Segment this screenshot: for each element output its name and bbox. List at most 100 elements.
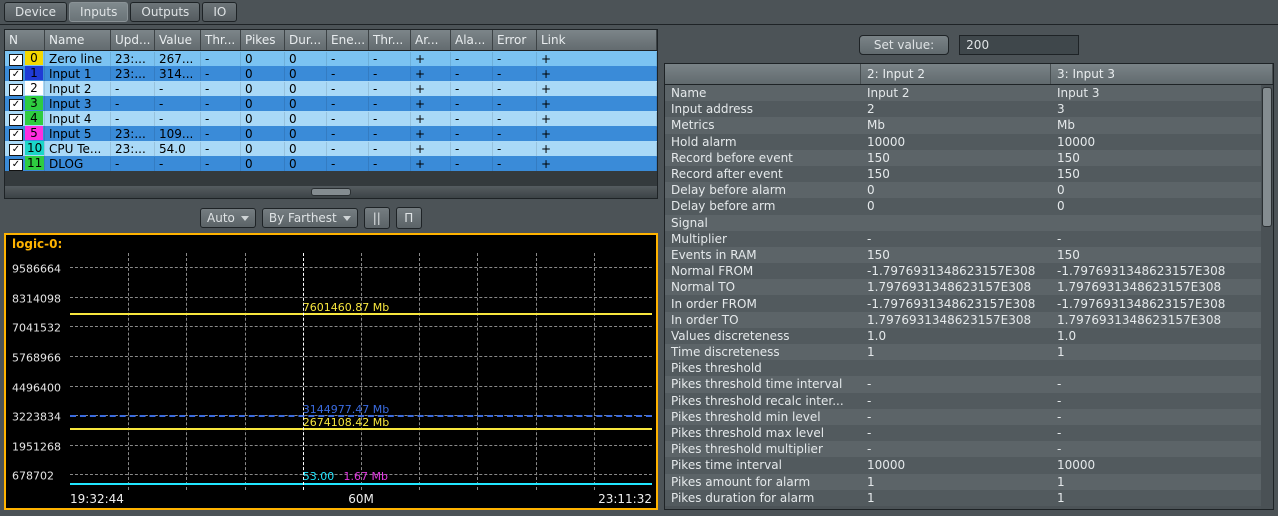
col-err[interactable]: Error [493,30,537,50]
mode-select[interactable]: By Farthest [262,208,358,228]
prop-key: Pikes amount for alarm [665,475,861,489]
col-link[interactable]: Link [537,30,657,50]
col-pikes[interactable]: Pikes [241,30,285,50]
row-checkbox[interactable] [9,84,23,96]
property-row[interactable]: Delay before alarm00 [665,182,1273,198]
props-col-in3[interactable]: 3: Input 3 [1051,64,1273,84]
inputs-h-scrollbar[interactable] [5,186,657,198]
col-dur[interactable]: Dur... [285,30,327,50]
pause-button[interactable]: || [364,207,390,229]
table-row[interactable]: 5Input 523:...109...-00--+--+ [5,126,657,141]
property-row[interactable]: Time discreteness11 [665,344,1273,360]
chart-annotation: 2674108.42 Mb [303,416,389,429]
property-row[interactable]: Values discreteness1.01.0 [665,328,1273,344]
table-row[interactable]: 1Input 123:...314...-00--+--+ [5,66,657,81]
property-row[interactable]: MetricsMbMb [665,117,1273,133]
property-row[interactable]: NameInput 2Input 3 [665,85,1273,101]
prop-key: Hold alarm [665,135,861,149]
tab-io[interactable]: IO [202,2,237,22]
property-row[interactable]: Multiplier-- [665,231,1273,247]
row-n: 5 [25,126,43,140]
row-n: 2 [25,81,43,95]
property-row[interactable]: Input address23 [665,101,1273,117]
table-row[interactable]: 10CPU Te...23:...54.0-00--+--+ [5,141,657,156]
property-row[interactable]: Pikes time interval1000010000 [665,457,1273,473]
property-row[interactable]: Pikes threshold time interval-- [665,376,1273,392]
col-upd[interactable]: Upd... [111,30,155,50]
prop-val-3: Input 3 [1051,86,1273,100]
property-row[interactable]: In order FROM-1.7976931348623157E308-1.7… [665,295,1273,311]
property-row[interactable]: Delay before arm00 [665,198,1273,214]
chart-area[interactable]: logic-0: 7601460.87 Mb3144977.47 Mb26741… [4,233,658,510]
table-row[interactable]: 0Zero line23:...267...-00--+--+ [5,51,657,66]
col-ar[interactable]: Ar... [411,30,451,50]
auto-select[interactable]: Auto [200,208,256,228]
prop-val-3: -1.7976931348623157E308 [1051,264,1273,278]
y-tick: 8314098 [12,292,61,305]
row-name: Input 5 [45,127,111,141]
col-thr2[interactable]: Thr... [369,30,411,50]
tab-outputs[interactable]: Outputs [130,2,200,22]
row-checkbox[interactable] [9,159,23,171]
prop-val-3: - [1051,232,1273,246]
row-checkbox[interactable] [9,99,23,111]
props-col-key[interactable] [665,64,861,84]
prop-val-3: 150 [1051,151,1273,165]
prop-val-2: 0 [861,199,1051,213]
row-checkbox[interactable] [9,69,23,81]
property-row[interactable]: Pikes duration for alarm11 [665,490,1273,506]
property-row[interactable]: Signal [665,215,1273,231]
prop-key: Normal TO [665,280,861,294]
row-checkbox[interactable] [9,129,23,141]
tab-inputs[interactable]: Inputs [69,2,128,22]
chart-cursor[interactable] [303,253,304,490]
property-row[interactable]: Pikes threshold min level-- [665,409,1273,425]
col-ene[interactable]: Ene... [327,30,369,50]
prop-val-3: - [1051,426,1273,440]
y-tick: 7041532 [12,322,61,335]
set-value-button[interactable]: Set value: [859,35,949,55]
property-row[interactable]: Record after event150150 [665,166,1273,182]
pi-button[interactable]: П [396,207,422,229]
col-n[interactable]: N [5,30,45,50]
property-row[interactable]: Normal FROM-1.7976931348623157E308-1.797… [665,263,1273,279]
property-row[interactable]: Pikes threshold max level-- [665,425,1273,441]
col-thr[interactable]: Thr... [201,30,241,50]
property-row[interactable]: Pikes amount for alarm11 [665,474,1273,490]
row-checkbox[interactable] [9,114,23,126]
prop-val-3: 1 [1051,345,1273,359]
y-tick: 4496400 [12,381,61,394]
properties-body[interactable]: NameInput 2Input 3Input address23Metrics… [665,85,1273,509]
prop-key: Pikes threshold multiplier [665,442,861,456]
col-value[interactable]: Value [155,30,201,50]
row-checkbox[interactable] [9,54,23,66]
property-row[interactable]: In order TO1.7976931348623157E3081.79769… [665,312,1273,328]
prop-key: Pikes threshold [665,361,861,375]
x-tick: 23:11:32 [598,492,652,506]
props-col-in2[interactable]: 2: Input 2 [861,64,1051,84]
table-row[interactable]: 2Input 2---00--+--+ [5,81,657,96]
property-row[interactable]: Pikes threshold [665,360,1273,376]
prop-val-3: Mb [1051,118,1273,132]
scrollbar-thumb[interactable] [311,188,351,196]
property-row[interactable]: Pikes threshold recalc inter...-- [665,393,1273,409]
col-ala[interactable]: Ala... [451,30,493,50]
col-name[interactable]: Name [45,30,111,50]
table-row[interactable]: 11DLOG---00--+--+ [5,156,657,171]
property-row[interactable]: Record before event150150 [665,150,1273,166]
inputs-table-body[interactable]: 0Zero line23:...267...-00--+--+1Input 12… [5,51,657,186]
chart-annotation: 53.00 [303,470,335,483]
property-row[interactable]: Events in RAM150150 [665,247,1273,263]
properties-v-scrollbar[interactable] [1261,85,1273,509]
property-row[interactable]: Normal TO1.7976931348623157E3081.7976931… [665,279,1273,295]
table-row[interactable]: 3Input 3---00--+--+ [5,96,657,111]
table-row[interactable]: 4Input 4---00--+--+ [5,111,657,126]
tab-device[interactable]: Device [4,2,67,22]
row-checkbox[interactable] [9,144,23,156]
property-row[interactable]: Hold alarm1000010000 [665,134,1273,150]
prop-key: In order TO [665,313,861,327]
set-value-input[interactable] [959,35,1079,55]
scrollbar-thumb[interactable] [1262,87,1272,227]
property-row[interactable]: Pikes threshold multiplier-- [665,441,1273,457]
y-tick: 5768966 [12,351,61,364]
